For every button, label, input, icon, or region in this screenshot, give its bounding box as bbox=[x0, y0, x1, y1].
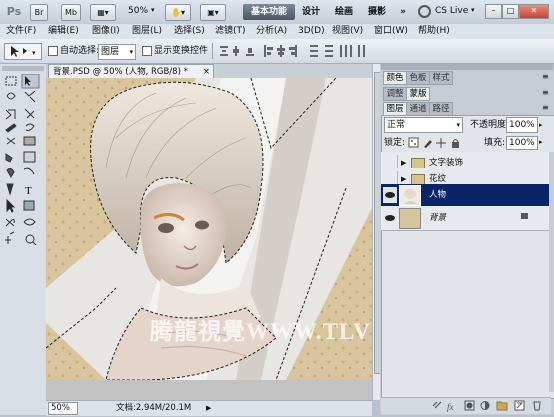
toolbox-header bbox=[2, 66, 44, 71]
panel-dock-header bbox=[381, 64, 553, 70]
align-icons[interactable] bbox=[220, 45, 370, 57]
layer-thumbnail bbox=[399, 185, 421, 206]
tool-preset-picker[interactable]: ▾ bbox=[4, 43, 42, 60]
expand-triangle-icon[interactable]: ▶ bbox=[401, 175, 406, 183]
layer-row-background[interactable]: 背景 bbox=[381, 206, 549, 231]
document-size-readout: 文档:2.94M/20.1M bbox=[116, 403, 192, 413]
tool-icons[interactable]: T bbox=[2, 74, 44, 284]
svg-text:T: T bbox=[25, 185, 32, 197]
layers-scroll-track[interactable] bbox=[549, 152, 554, 392]
tab-swatches[interactable]: 色板 bbox=[406, 71, 430, 85]
layer-row-figure[interactable]: 人物 bbox=[381, 184, 549, 207]
workspace-painting-button[interactable]: 绘画 bbox=[333, 4, 355, 20]
hand-tool-button[interactable]: ✋▾ bbox=[165, 4, 191, 21]
tab-masks[interactable]: 蒙版 bbox=[406, 87, 430, 101]
opacity-chevron-icon[interactable]: ▸ bbox=[539, 118, 543, 132]
opacity-input[interactable]: 100% bbox=[506, 117, 538, 133]
menu-window[interactable]: 窗口(W) bbox=[374, 24, 408, 39]
menu-filter[interactable]: 滤镜(T) bbox=[215, 24, 246, 39]
workspace-basic-button[interactable]: 基本功能 bbox=[243, 4, 295, 20]
dropdown-chevron-icon: ▾ bbox=[456, 121, 460, 129]
zoom-input[interactable]: 50% bbox=[48, 402, 78, 415]
workspace-more-button[interactable]: » bbox=[397, 4, 409, 20]
toolbox-filler bbox=[0, 322, 47, 415]
photoshop-logo: Ps bbox=[6, 5, 22, 18]
cs-live-icon[interactable] bbox=[418, 5, 431, 18]
fill-input[interactable]: 100% bbox=[506, 136, 538, 150]
menu-3d[interactable]: 3D(D) bbox=[298, 24, 325, 39]
menu-layer[interactable]: 图层(L) bbox=[132, 24, 162, 39]
pasteboard bbox=[46, 380, 372, 400]
auto-select-target-dropdown[interactable]: 图层 ▾ bbox=[98, 44, 136, 60]
cs-live-chevron-icon[interactable]: ▾ bbox=[471, 6, 475, 14]
close-tab-icon[interactable]: × bbox=[203, 65, 210, 79]
title-bar: Ps Br Mb ▦▾ 50% ▾ ✋▾ ▣▾ 基本功能 设计 绘画 摄影 » … bbox=[0, 0, 554, 25]
zoom-level-dropdown[interactable]: 50% bbox=[128, 6, 152, 16]
auto-select-label: 自动选择: bbox=[60, 46, 100, 56]
layer-thumbnail bbox=[399, 208, 421, 229]
tab-channels[interactable]: 通道 bbox=[406, 102, 430, 116]
menu-help[interactable]: 帮助(H) bbox=[418, 24, 450, 39]
menu-edit[interactable]: 编辑(E) bbox=[48, 24, 79, 39]
menu-analysis[interactable]: 分析(A) bbox=[256, 24, 287, 39]
visibility-toggle[interactable] bbox=[383, 210, 397, 226]
panel-menu-icon[interactable]: ≡ bbox=[542, 88, 549, 97]
panel-dock: 颜色 色板 样式 ≡ 调整 蒙版 ≡ 图层 通道 路径 ≡ 正常 ▾ 不透明度: … bbox=[380, 64, 554, 415]
document-tab-title: 背景.PSD @ 50% (人物, RGB/8) * bbox=[53, 67, 188, 77]
svg-text:fx: fx bbox=[447, 402, 454, 412]
tab-adjustments[interactable]: 调整 bbox=[383, 87, 407, 101]
divider bbox=[212, 43, 213, 59]
svg-text:▾: ▾ bbox=[32, 49, 36, 57]
arrange-documents-button[interactable]: ▣▾ bbox=[200, 4, 226, 21]
minibridge-button[interactable]: Mb bbox=[61, 4, 81, 21]
document-tab[interactable]: 背景.PSD @ 50% (人物, RGB/8) * × bbox=[48, 64, 214, 79]
blend-mode-dropdown[interactable]: 正常 ▾ bbox=[384, 117, 463, 133]
lock-label: 锁定: bbox=[384, 138, 406, 148]
status-menu-chevron-icon[interactable]: ▶ bbox=[206, 401, 211, 415]
show-transform-checkbox[interactable] bbox=[142, 46, 152, 56]
close-button[interactable]: ✕ bbox=[519, 4, 549, 19]
workspace-photography-button[interactable]: 摄影 bbox=[366, 4, 388, 20]
fill-chevron-icon[interactable]: ▸ bbox=[539, 136, 543, 148]
show-transform-label: 显示变换控件 bbox=[154, 46, 209, 56]
fill-label: 填充: bbox=[484, 138, 506, 148]
toolbox: T bbox=[0, 64, 47, 378]
view-extras-button[interactable]: ▦▾ bbox=[90, 4, 116, 21]
layer-name[interactable]: 背景 bbox=[429, 212, 446, 224]
blend-mode-value: 正常 bbox=[387, 120, 406, 130]
tab-styles[interactable]: 样式 bbox=[429, 71, 453, 85]
workspace-design-button[interactable]: 设计 bbox=[300, 4, 322, 20]
maximize-button[interactable]: □ bbox=[502, 4, 519, 19]
panel-menu-icon[interactable]: ≡ bbox=[542, 72, 549, 81]
minimize-button[interactable]: – bbox=[485, 4, 502, 19]
status-bar: 文档:2.94M/20.1M ▶ bbox=[46, 400, 372, 416]
tab-color[interactable]: 颜色 bbox=[383, 71, 407, 85]
tab-layers[interactable]: 图层 bbox=[383, 102, 407, 116]
panel-menu-icon[interactable]: ≡ bbox=[542, 103, 549, 112]
menu-select[interactable]: 选择(S) bbox=[174, 24, 205, 39]
lock-icons[interactable] bbox=[408, 137, 462, 149]
menu-view[interactable]: 视图(V) bbox=[332, 24, 363, 39]
dropdown-chevron-icon: ▾ bbox=[129, 48, 133, 56]
expand-triangle-icon[interactable]: ▶ bbox=[401, 159, 406, 167]
menu-file[interactable]: 文件(F) bbox=[6, 24, 36, 39]
zoom-chevron-icon[interactable]: ▾ bbox=[151, 6, 155, 14]
auto-select-target-value: 图层 bbox=[101, 47, 120, 57]
menu-bar: 文件(F) 编辑(E) 图像(I) 图层(L) 选择(S) 滤镜(T) 分析(A… bbox=[0, 24, 554, 40]
lock-icon bbox=[521, 213, 528, 219]
auto-select-checkbox[interactable] bbox=[48, 46, 58, 56]
opacity-label: 不透明度: bbox=[470, 120, 510, 130]
tab-paths[interactable]: 路径 bbox=[429, 102, 453, 116]
options-bar: ▾ 自动选择: 图层 ▾ 显示变换控件 bbox=[0, 39, 554, 64]
layer-name[interactable]: 人物 bbox=[429, 189, 446, 201]
cs-live-button[interactable]: CS Live bbox=[435, 4, 490, 19]
layers-panel-footer: fx bbox=[381, 397, 551, 414]
menu-image[interactable]: 图像(I) bbox=[92, 24, 120, 39]
bridge-button[interactable]: Br bbox=[30, 4, 48, 21]
visibility-toggle[interactable] bbox=[383, 187, 397, 203]
